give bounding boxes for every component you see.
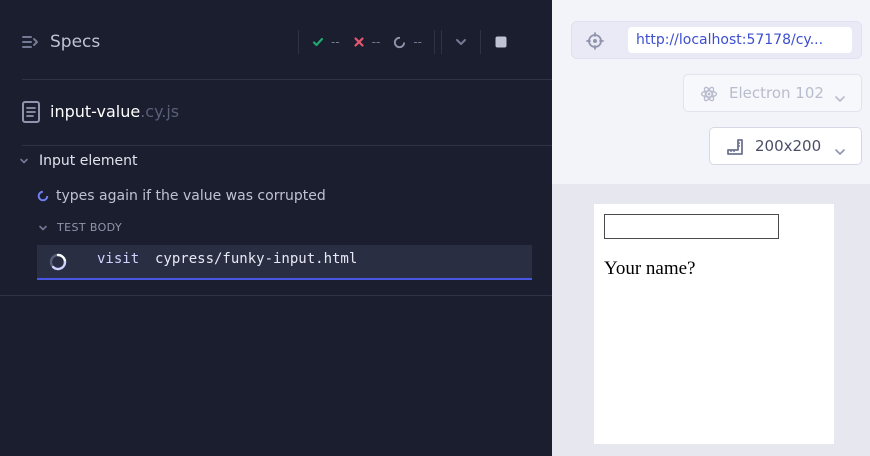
reporter-panel: Specs -- -- -- input-value.cy.js Input e… [0,0,552,456]
ruler-icon [726,138,744,160]
divider [434,30,436,54]
browser-selector[interactable]: Electron 102 [683,74,862,112]
chevron-down-icon [20,158,28,164]
tree-divider [0,295,552,296]
divider [298,30,299,54]
check-icon [312,37,324,47]
file-divider [22,145,552,146]
chevron-down-icon[interactable] [454,35,468,49]
command-name: visit [97,251,140,267]
suite-row[interactable]: Input element [19,153,137,169]
chevron-down-icon [834,89,846,108]
electron-icon [700,85,718,107]
viewport-selector[interactable]: 200x200 [709,127,862,165]
x-icon [354,37,364,47]
command-spinner-icon [49,253,67,275]
stop-icon[interactable] [495,36,507,48]
failed-count: -- [353,35,380,49]
browser-label: Electron 102 [729,84,824,102]
selector-playground-icon[interactable] [586,32,604,54]
url-field[interactable]: http://localhost:57178/cy... [628,27,852,53]
document-icon [22,101,40,127]
chevron-down-icon [834,142,846,161]
url-bar: http://localhost:57178/cy... [571,21,862,59]
header-divider [22,79,552,80]
spinner-icon [394,36,406,48]
running-spinner-icon [37,190,49,202]
test-body-header[interactable]: TEST BODY [38,221,122,234]
divider [441,30,443,54]
pending-count: -- [393,35,422,49]
divider [480,30,482,54]
test-row[interactable]: types again if the value was corrupted [37,188,326,204]
aut-iframe: Your name? [594,204,834,444]
test-title: types again if the value was corrupted [56,188,326,204]
chevron-down-icon [39,225,47,230]
spec-file-name[interactable]: input-value.cy.js [50,102,179,121]
passed-count: -- [312,35,340,49]
specs-title[interactable]: Specs [50,32,100,52]
viewport-label: 200x200 [755,137,822,155]
test-body-label: TEST BODY [57,221,123,234]
reporter-header: Specs -- -- -- [0,0,552,80]
specs-list-icon[interactable] [21,33,39,55]
stats-bar: -- -- -- [298,30,507,54]
name-input[interactable] [604,214,779,239]
name-prompt: Your name? [604,258,696,279]
command-row[interactable]: visit cypress/funky-input.html [37,245,532,280]
command-argument: cypress/funky-input.html [155,251,358,267]
suite-title: Input element [39,153,138,169]
